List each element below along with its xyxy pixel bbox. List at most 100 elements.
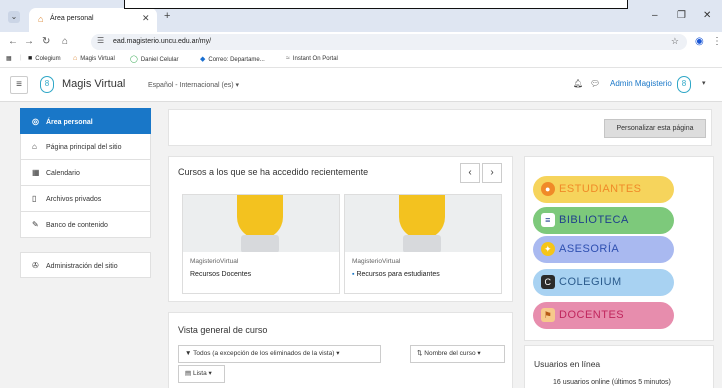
moodle-favicon-icon: ⌂	[38, 14, 44, 24]
notifications-bell-icon[interactable]: 🔔︎	[573, 79, 583, 88]
estudiantes-banner[interactable]: ● ESTUDIANTES	[533, 176, 674, 203]
banner-label: COLEGIUM	[559, 276, 622, 288]
user-avatar[interactable]: 8	[677, 76, 691, 93]
tab-close-icon[interactable]: ✕	[142, 13, 150, 24]
bookmark-colegium[interactable]: ■ Colegium	[28, 55, 61, 62]
annotation-box	[124, 0, 628, 9]
sidebar-item-private-files[interactable]: ▯ Archivos privados	[20, 186, 151, 212]
recent-courses-block: Cursos a los que se ha accedido reciente…	[168, 156, 513, 302]
minimize-icon[interactable]: –	[652, 10, 658, 21]
sidebar-item-site-home[interactable]: ⌂ Página principal del sitio	[20, 134, 151, 160]
sidebar-item-label: Página principal del sitio	[46, 144, 122, 151]
colegium-banner[interactable]: C COLEGIUM	[533, 269, 674, 296]
window-close-icon[interactable]: ✕	[703, 10, 711, 21]
next-page-button[interactable]: ›	[482, 163, 502, 183]
course-name[interactable]: Recursos Docentes	[190, 271, 251, 278]
course-category: MagisterioVirtual	[190, 258, 239, 265]
reload-icon[interactable]: ↻	[42, 36, 50, 47]
bookmark-instant-on[interactable]: ≈ Instant On Portal	[286, 55, 338, 62]
outlook-icon: ◆	[200, 56, 206, 63]
sidebar-item-site-admin[interactable]: ✇ Administración del sitio	[20, 252, 151, 278]
sidebar-item-content-bank[interactable]: ✎ Banco de contenido	[20, 212, 151, 238]
sidebar-item-label: Área personal	[46, 119, 93, 126]
browser-toolbar: ← → ↻ ⌂ ☰ ead.magisterio.uncu.edu.ar/my/…	[0, 32, 722, 52]
teachers-icon: ⚑	[541, 308, 555, 322]
sidebar-item-label: Banco de contenido	[46, 222, 108, 229]
sidebar-item-label: Administración del sitio	[46, 263, 118, 270]
bookmark-label: Magis Virtual	[80, 56, 115, 62]
wrench-icon: ✇	[32, 261, 39, 270]
online-users-block: Usuarios en línea 16 usuarios online (úl…	[524, 345, 714, 388]
asesoria-banner[interactable]: ✦ ASESORÍA	[533, 236, 674, 263]
grouping-filter-label: Todos (a excepción de los eliminados de …	[193, 350, 340, 357]
customize-page-button[interactable]: Personalizar esta página	[604, 119, 706, 138]
language-menu[interactable]: Español - Internacional (es) ▾	[148, 81, 239, 89]
sidebar-item-label: Archivos privados	[46, 196, 102, 203]
home-browser-icon[interactable]: ⌂	[62, 36, 68, 47]
course-card[interactable]: MagisterioVirtual ▪ Recursos para estudia…	[344, 194, 502, 294]
calendar-icon: ▦	[32, 168, 40, 177]
docentes-banner[interactable]: ⚑ DOCENTES	[533, 302, 674, 329]
bookmarks-bar: ▦ | ■ Colegium ⌂ Magis Virtual ◯ Daniel Cel…	[0, 52, 722, 68]
messages-chat-icon[interactable]: 💬︎	[590, 79, 600, 88]
biblioteca-banner[interactable]: ≡ BIBLIOTECA	[533, 207, 674, 234]
books-icon: ≡	[541, 213, 555, 227]
tab-search-icon[interactable]: ⌄	[8, 11, 20, 23]
course-image	[345, 195, 501, 252]
apps-grid-icon[interactable]: ▦	[6, 55, 12, 62]
site-name[interactable]: Magis Virtual	[62, 78, 125, 90]
sort-dropdown[interactable]: ⇅ Nombre del curso ▾	[410, 345, 505, 363]
browser-tab[interactable]: ⌂ Área personal ✕	[29, 8, 157, 32]
bookmark-magis-virtual[interactable]: ⌂ Magis Virtual	[73, 55, 115, 62]
estudiantes-icon: ●	[541, 182, 555, 196]
user-name[interactable]: Admin Magisterio	[610, 79, 672, 88]
course-name[interactable]: ▪ Recursos para estudiantes	[352, 271, 440, 278]
site-header: ≡ 8 Magis Virtual Español - Internaciona…	[0, 68, 722, 102]
view-dropdown[interactable]: ▤ Lista ▾	[178, 365, 225, 383]
bookmark-correo[interactable]: ◆ Correo: Departame...	[200, 55, 265, 63]
dashboard-icon: ◎	[32, 117, 39, 126]
home-icon: ⌂	[32, 142, 37, 151]
back-icon[interactable]: ←	[8, 36, 18, 47]
bookmark-daniel-celular[interactable]: ◯ Daniel Celular	[130, 55, 179, 63]
lightbulb-icon	[399, 195, 445, 239]
menu-kebab-icon[interactable]: ⋮	[712, 36, 722, 47]
restore-icon[interactable]: ❐	[677, 10, 686, 21]
bookmark-label: Daniel Celular	[140, 57, 179, 63]
address-bar[interactable]: ☰ ead.magisterio.uncu.edu.ar/my/ ☆	[91, 34, 687, 50]
banner-label: ASESORÍA	[559, 243, 620, 255]
sort-label: Nombre del curso ▾	[424, 350, 481, 357]
course-category: MagisterioVirtual	[352, 258, 401, 265]
forward-icon[interactable]: →	[24, 36, 34, 47]
site-info-icon[interactable]: ☰	[97, 36, 104, 45]
lightbulb-small-icon: ✦	[541, 242, 555, 256]
banner-label: DOCENTES	[559, 309, 625, 321]
course-overview-block: Vista general de curso ▼ Todos (a excepc…	[168, 312, 513, 388]
course-image	[183, 195, 339, 252]
hamburger-menu-icon[interactable]: ≡	[10, 76, 28, 94]
list-view-icon: ▤	[185, 370, 193, 377]
sidebar-item-calendar[interactable]: ▦ Calendario	[20, 160, 151, 186]
url-text: ead.magisterio.uncu.edu.ar/my/	[113, 38, 212, 45]
course-card[interactable]: MagisterioVirtual Recursos Docentes	[182, 194, 340, 294]
previous-page-button[interactable]: ‹	[460, 163, 480, 183]
bookmark-star-icon[interactable]: ☆	[671, 36, 679, 47]
course-name-text: Recursos para estudiantes	[356, 271, 440, 278]
pencil-icon: ✎	[32, 220, 39, 229]
page-header-bar: Personalizar esta página	[168, 109, 712, 146]
sidebar-item-label: Calendario	[46, 170, 80, 177]
grouping-filter-dropdown[interactable]: ▼ Todos (a excepción de los eliminados d…	[178, 345, 381, 363]
nav-drawer: ◎ Área personal ⌂ Página principal del sit…	[20, 108, 151, 278]
colegium-icon: ■	[28, 55, 33, 62]
file-icon: ▯	[32, 194, 37, 203]
online-users-title: Usuarios en línea	[534, 359, 601, 369]
recent-courses-title: Cursos a los que se ha accedido reciente…	[178, 167, 369, 177]
new-tab-icon[interactable]: +	[164, 10, 170, 22]
filter-icon: ▼	[185, 350, 194, 357]
online-users-count: 16 usuarios online (últimos 5 minutos)	[553, 379, 671, 386]
profile-icon[interactable]: ◉	[695, 36, 704, 47]
view-label: Lista ▾	[192, 370, 212, 377]
user-menu-caret-icon[interactable]: ▾	[702, 79, 706, 87]
bookmark-label: Correo: Departame...	[208, 57, 265, 63]
sidebar-item-area-personal[interactable]: ◎ Área personal	[20, 108, 151, 134]
